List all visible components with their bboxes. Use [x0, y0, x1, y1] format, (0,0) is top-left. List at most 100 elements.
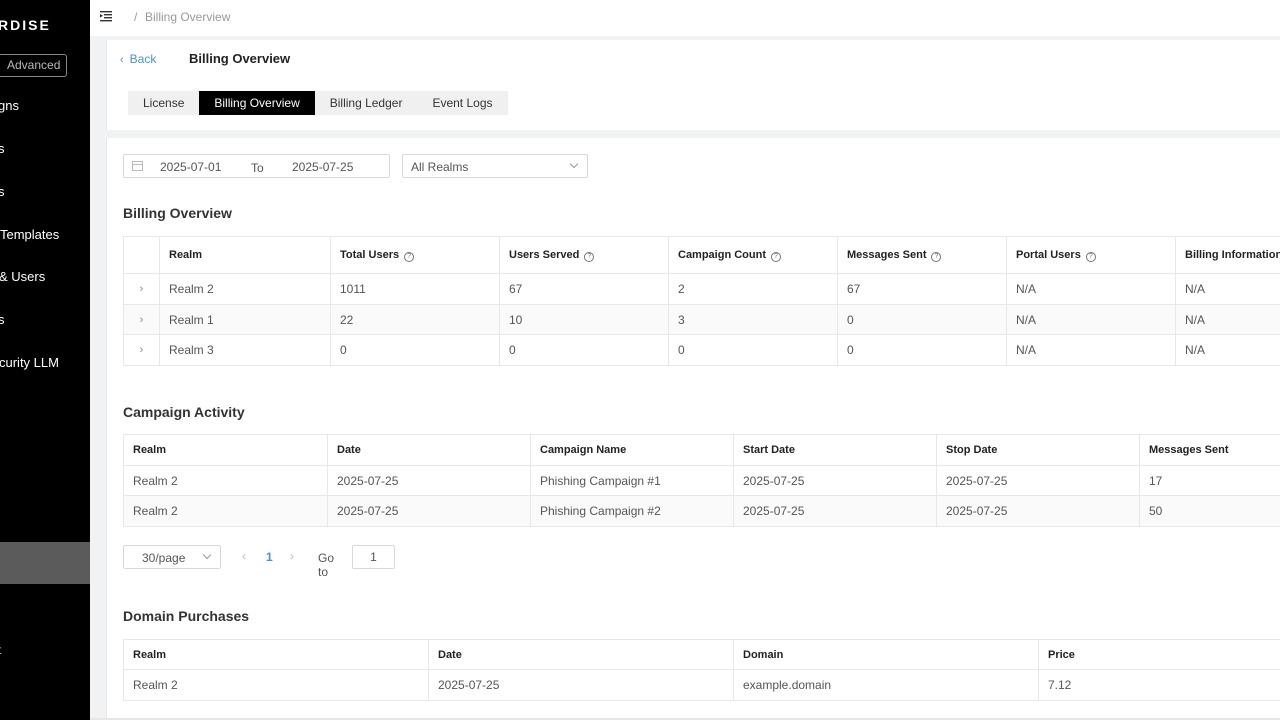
column-header: Date	[327, 434, 531, 466]
column-header: Price	[1038, 639, 1280, 670]
column-header-label: Campaign Count	[678, 248, 766, 261]
page-size-select[interactable]: 30/page	[123, 545, 221, 569]
column-header: Stop Date	[936, 434, 1140, 466]
sidebar-item-security-llm[interactable]: curity LLM	[0, 353, 59, 373]
date-range-picker[interactable]: 2025-07-01 To 2025-07-25	[123, 154, 390, 178]
breadcrumb-separator: /	[134, 10, 138, 24]
sidebar-item-6[interactable]: s	[0, 310, 5, 330]
column-header: Total Users?	[330, 236, 500, 274]
menu-toggle-icon[interactable]	[100, 10, 112, 22]
column-header: Realm	[123, 639, 429, 670]
table-cell: 2025-07-25	[936, 465, 1140, 496]
domain-purchases-title: Domain Purchases	[123, 608, 250, 624]
table-cell: 2025-07-25	[733, 495, 937, 527]
sidebar-item-2[interactable]: s	[0, 139, 5, 159]
column-header: Realm	[159, 236, 331, 274]
billing-overview-table: Realm Total Users? Users Served? Campaig…	[123, 236, 1280, 366]
column-header-label: Messages Sent	[847, 248, 927, 261]
breadcrumb: Billing Overview	[145, 10, 231, 24]
campaign-activity-title: Campaign Activity	[123, 404, 245, 420]
table-cell: 10	[499, 304, 669, 335]
column-header: Messages Sent?	[837, 236, 1007, 274]
page-number[interactable]: 1	[266, 550, 273, 564]
billing-overview-title: Billing Overview	[123, 205, 232, 221]
help-icon[interactable]: ?	[1085, 251, 1096, 262]
sidebar-item-templates[interactable]: Templates	[0, 225, 59, 245]
brand-logo: RDISE	[0, 17, 51, 33]
table-cell: 22	[330, 304, 500, 335]
table-cell: N/A	[1006, 304, 1176, 335]
back-button[interactable]: ‹ Back	[120, 52, 156, 66]
table-cell: 67	[499, 273, 669, 305]
column-header: Start Date	[733, 434, 937, 466]
advanced-mode-button[interactable]: Advanced	[0, 54, 67, 77]
table-cell: N/A	[1006, 273, 1176, 305]
column-header-label: Total Users	[340, 248, 400, 261]
prev-page-icon[interactable]: ‹	[242, 549, 246, 563]
sidebar-item-3[interactable]: s	[0, 182, 5, 202]
table-cell: 67	[837, 273, 1007, 305]
column-header: Campaign Name	[530, 434, 734, 466]
column-header: Campaign Count?	[668, 236, 838, 274]
table-cell: 0	[499, 334, 669, 366]
tab-billing-overview[interactable]: Billing Overview	[199, 91, 315, 115]
domain-purchases-table: Realm Date Domain Price Realm 2 2025-07-…	[123, 639, 1280, 701]
page-title: Billing Overview	[189, 51, 291, 66]
table-cell: Realm 2	[159, 273, 331, 305]
page-header: ‹ Back Billing Overview License Billing O…	[106, 40, 1280, 130]
sidebar-footer-text: t	[0, 643, 1, 657]
tab-event-logs[interactable]: Event Logs	[417, 91, 507, 115]
table-cell: 1011	[330, 273, 500, 305]
table-cell: Realm 2	[123, 495, 328, 527]
expand-row-icon[interactable]: ›	[123, 304, 160, 335]
table-row: › Realm 2 1011 67 2 67 N/A N/A	[123, 273, 1280, 305]
table-row: › Realm 1 22 10 3 0 N/A N/A	[123, 304, 1280, 335]
column-header: Users Served?	[499, 236, 669, 274]
calendar-icon	[132, 161, 143, 171]
goto-label: Go to	[318, 551, 335, 579]
table-cell: Realm 1	[159, 304, 331, 335]
sidebar-item-users[interactable]: & Users	[0, 267, 45, 287]
expand-row-icon[interactable]: ›	[123, 273, 160, 305]
tab-billing-ledger[interactable]: Billing Ledger	[315, 91, 418, 115]
column-header: Messages Sent	[1139, 434, 1280, 466]
expand-row-icon[interactable]: ›	[123, 334, 160, 366]
table-cell: example.domain	[733, 669, 1039, 701]
help-icon[interactable]: ?	[584, 251, 595, 262]
chevron-down-icon	[202, 550, 212, 560]
start-date[interactable]: 2025-07-01	[160, 160, 221, 174]
table-row: Realm 2 2025-07-25 example.domain 7.12	[123, 669, 1280, 701]
tab-bar: License Billing Overview Billing Ledger …	[128, 91, 508, 115]
date-range-to-label: To	[251, 161, 264, 175]
table-cell: 2025-07-25	[733, 465, 937, 496]
back-label: Back	[129, 52, 157, 66]
column-header: Domain	[733, 639, 1039, 670]
expand-column-header	[123, 236, 160, 274]
realm-select-value: All Realms	[411, 160, 469, 174]
table-cell: Realm 3	[159, 334, 331, 366]
column-header-label: Users Served	[509, 248, 580, 261]
column-header-label: Portal Users	[1016, 248, 1081, 261]
sidebar-item-active[interactable]	[0, 542, 90, 584]
sidebar-item-campaigns[interactable]: gns	[0, 96, 19, 116]
table-row: › Realm 3 0 0 0 0 N/A N/A	[123, 334, 1280, 366]
table-cell: 50	[1139, 495, 1280, 527]
table-cell: N/A	[1175, 304, 1280, 335]
table-cell: 2025-07-25	[327, 495, 531, 527]
help-icon[interactable]: ?	[931, 251, 942, 262]
end-date[interactable]: 2025-07-25	[292, 160, 353, 174]
table-cell: N/A	[1006, 334, 1176, 366]
table-cell: Phishing Campaign #1	[530, 465, 734, 496]
help-icon[interactable]: ?	[771, 251, 781, 262]
table-row: Realm 2 2025-07-25 Phishing Campaign #1 …	[123, 465, 1280, 496]
column-header: Billing Information?	[1175, 236, 1280, 274]
realm-select[interactable]: All Realms	[402, 154, 588, 178]
tab-license[interactable]: License	[128, 91, 199, 115]
goto-page-input[interactable]: 1	[352, 545, 395, 569]
table-cell: 3	[668, 304, 838, 335]
next-page-icon[interactable]: ›	[290, 549, 294, 563]
help-icon[interactable]: ?	[404, 251, 415, 262]
table-cell: 0	[837, 334, 1007, 366]
table-cell: Realm 2	[123, 465, 328, 496]
table-row: Realm 2 2025-07-25 Phishing Campaign #2 …	[123, 495, 1280, 527]
